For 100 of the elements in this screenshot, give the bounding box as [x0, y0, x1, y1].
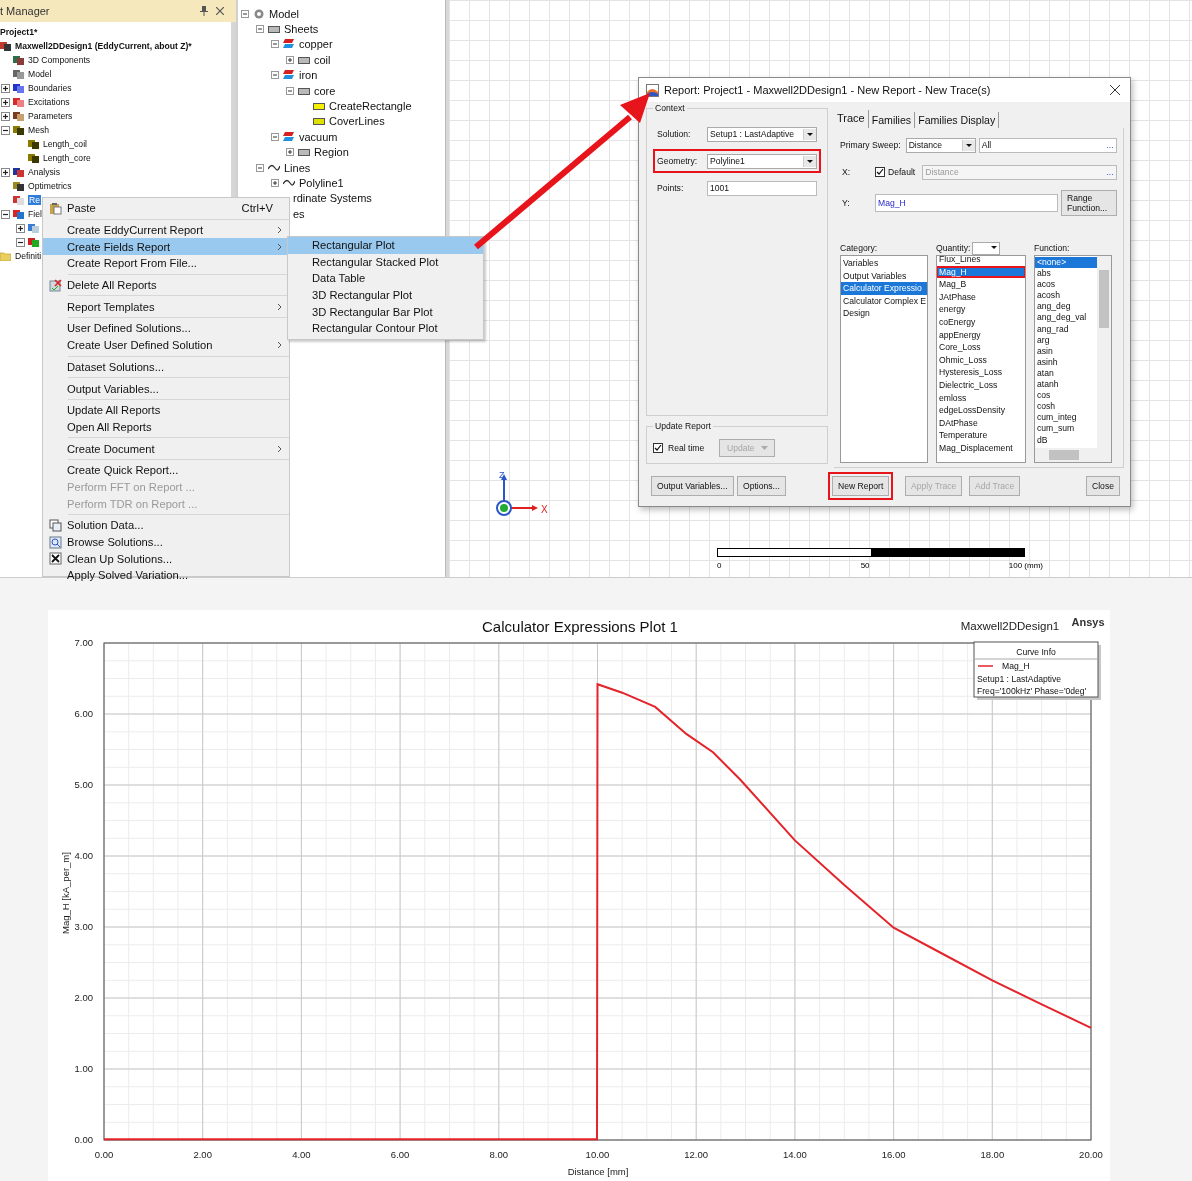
- tree-item[interactable]: Mesh: [28, 125, 49, 135]
- menu-item[interactable]: Report Templates: [43, 298, 289, 316]
- list-item[interactable]: Calculator Expressio: [841, 282, 927, 295]
- scrollbar[interactable]: [1097, 256, 1111, 448]
- input-field[interactable]: All ...: [978, 137, 1117, 153]
- menu-item[interactable]: Paste Ctrl+V: [43, 200, 289, 217]
- tree-item[interactable]: rdinate Systems: [293, 192, 372, 205]
- list-item[interactable]: asinh: [1035, 356, 1098, 368]
- tree-item[interactable]: Model: [28, 69, 52, 79]
- input-field[interactable]: 1001: [707, 180, 817, 196]
- list-item[interactable]: ang_deg: [1035, 301, 1098, 313]
- list-item[interactable]: acos: [1035, 279, 1098, 291]
- tree-item[interactable]: Length_core: [43, 153, 91, 163]
- list-item[interactable]: Mag_H: [937, 265, 1025, 279]
- list-item[interactable]: Flux_Lines: [937, 256, 1025, 266]
- tree-toggle-icon[interactable]: [286, 148, 294, 157]
- tree-item[interactable]: Sheets: [284, 23, 319, 36]
- tree-item[interactable]: Polyline1: [299, 177, 344, 189]
- menu-item[interactable]: Clean Up Solutions...: [43, 550, 289, 568]
- list-item[interactable]: ang_deg_val: [1035, 312, 1098, 324]
- close-icon[interactable]: [1110, 85, 1120, 95]
- tree-toggle-icon[interactable]: [1, 209, 10, 219]
- dropdown[interactable]: Setup1 : LastAdaptive: [707, 126, 817, 142]
- list-item[interactable]: Mag_B: [937, 278, 1025, 291]
- close-icon[interactable]: [216, 7, 224, 15]
- tree-item[interactable]: coil: [314, 53, 331, 66]
- more-button[interactable]: ...: [1104, 140, 1116, 150]
- tree-toggle-icon[interactable]: [1, 167, 10, 177]
- dropdown[interactable]: [972, 241, 1001, 255]
- tree-toggle-icon[interactable]: [271, 179, 279, 187]
- tree-item[interactable]: Maxwell2DDesign1 (EddyCurrent, about Z)*: [15, 41, 192, 51]
- dialog-button[interactable]: New Report: [832, 476, 890, 496]
- dialog-button[interactable]: Close: [1086, 476, 1120, 496]
- list-item[interactable]: Temperature: [937, 429, 1025, 442]
- tree-toggle-icon[interactable]: [16, 237, 25, 247]
- list-item[interactable]: cum_integ: [1035, 412, 1098, 424]
- tree-toggle-icon[interactable]: [271, 40, 279, 49]
- list-item[interactable]: atanh: [1035, 379, 1098, 391]
- list-item[interactable]: Variables: [841, 257, 927, 270]
- dropdown[interactable]: Polyline1: [707, 153, 817, 169]
- list-item[interactable]: arg: [1035, 334, 1098, 346]
- dialog-button[interactable]: Output Variables...: [651, 476, 734, 496]
- tree-item[interactable]: CreateRectangle: [329, 100, 412, 113]
- list-item[interactable]: emloss: [937, 391, 1025, 405]
- menu-item[interactable]: Update All Reports: [43, 401, 289, 419]
- tree-item[interactable]: copper: [299, 38, 333, 51]
- menu-item[interactable]: Create Quick Report...: [43, 461, 289, 479]
- list-item[interactable]: edgeLossDensity: [937, 404, 1025, 417]
- tree-toggle-icon[interactable]: [271, 71, 279, 80]
- menu-item[interactable]: User Defined Solutions...: [43, 320, 289, 337]
- tree-toggle-icon[interactable]: [1, 125, 10, 135]
- tree-item[interactable]: Lines: [284, 161, 311, 174]
- tree-toggle-icon[interactable]: [286, 55, 294, 64]
- tree-item[interactable]: Model: [269, 7, 299, 20]
- list-item[interactable]: Core_Loss: [937, 341, 1025, 354]
- list-item[interactable]: Mag_Displacement: [937, 441, 1025, 455]
- menu-item[interactable]: Delete All Reports: [43, 276, 289, 294]
- list-item[interactable]: Ohmic_Loss: [937, 353, 1025, 367]
- menu-item[interactable]: Solution Data...: [43, 517, 289, 534]
- tree-item[interactable]: Definiti: [15, 251, 42, 261]
- list-item[interactable]: dB: [1035, 434, 1098, 446]
- list-item[interactable]: DAtPhase: [937, 416, 1025, 430]
- list-item[interactable]: cos: [1035, 390, 1098, 402]
- list-item[interactable]: appEnergy: [937, 328, 1025, 342]
- tree-item[interactable]: iron: [299, 69, 318, 82]
- tree-toggle-icon[interactable]: [241, 9, 249, 18]
- scrollbar[interactable]: [1035, 448, 1111, 462]
- menu-item[interactable]: Create Report From File...: [43, 255, 289, 272]
- list-item[interactable]: <none>: [1035, 257, 1098, 269]
- tree-item[interactable]: Region: [314, 146, 349, 159]
- menu-item[interactable]: Create User Defined Solution: [43, 336, 289, 354]
- list-item[interactable]: ang_rad: [1035, 323, 1098, 335]
- list-item[interactable]: Dielectric_Loss: [937, 378, 1025, 392]
- list-item[interactable]: Output Variables: [841, 269, 927, 283]
- tree-toggle-icon[interactable]: [1, 97, 10, 107]
- tree-item[interactable]: Optimetrics: [28, 181, 72, 191]
- list-item[interactable]: coEnergy: [937, 315, 1025, 329]
- tree-item[interactable]: es: [293, 207, 305, 220]
- list-item[interactable]: abs: [1035, 268, 1098, 280]
- tree-item[interactable]: 3D Components: [28, 55, 91, 65]
- tree-toggle-icon[interactable]: [286, 86, 294, 95]
- menu-item[interactable]: Open All Reports: [43, 418, 289, 436]
- list-item[interactable]: asin: [1035, 345, 1098, 357]
- list-item[interactable]: Design: [841, 307, 927, 320]
- list-item[interactable]: Calculator Complex E: [841, 294, 927, 308]
- tree-item[interactable]: Fiel: [28, 209, 42, 219]
- tree-item[interactable]: Excitations: [28, 97, 70, 107]
- list-item[interactable]: JAtPhase: [937, 290, 1025, 304]
- tree-toggle-icon[interactable]: [1, 111, 10, 121]
- checkbox[interactable]: [653, 443, 663, 453]
- list-item[interactable]: energy: [937, 303, 1025, 316]
- tree-item[interactable]: CoverLines: [329, 115, 385, 128]
- menu-item[interactable]: Apply Solved Variation...: [43, 567, 289, 584]
- tree-toggle-icon[interactable]: [16, 223, 25, 233]
- menu-item[interactable]: Output Variables...: [43, 380, 289, 397]
- tree-item[interactable]: Re: [28, 195, 41, 205]
- list-item[interactable]: cosh: [1035, 401, 1098, 413]
- tree-item[interactable]: Length_coil: [43, 139, 87, 149]
- menu-item[interactable]: Create Fields Report: [43, 238, 289, 256]
- tree-item[interactable]: Analysis: [28, 167, 60, 177]
